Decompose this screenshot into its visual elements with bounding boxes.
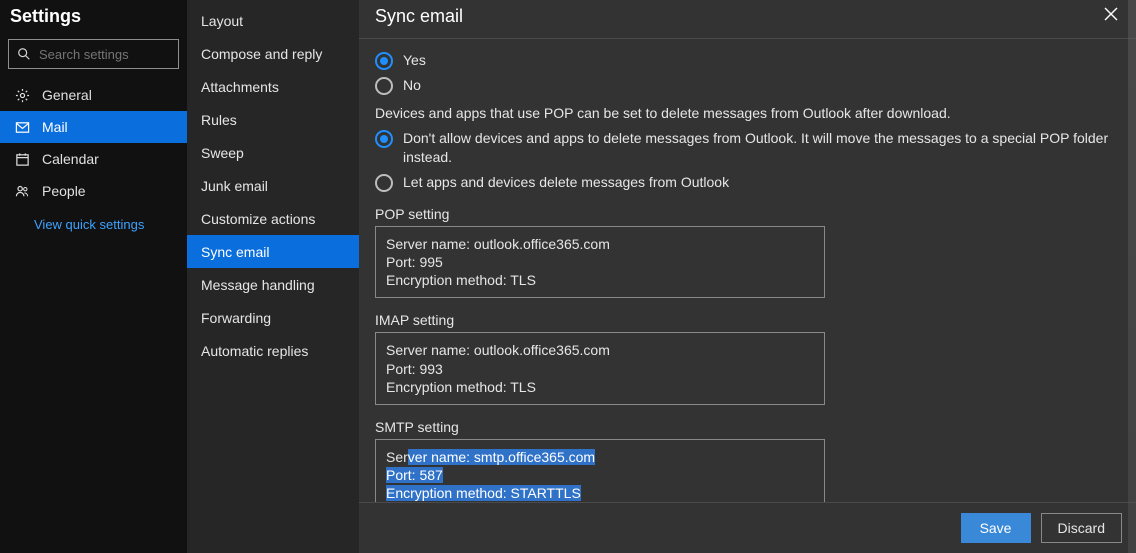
radio-icon-unchecked: [375, 77, 393, 95]
selected-text: ver name: smtp.office365.com: [408, 449, 595, 465]
calendar-icon: [14, 151, 30, 167]
sidebar-left: Settings General Mail Calendar: [0, 0, 187, 553]
smtp-setting-label: SMTP setting: [375, 419, 1120, 435]
mid-item-message-handling[interactable]: Message handling: [187, 268, 359, 301]
mid-item-attachments[interactable]: Attachments: [187, 70, 359, 103]
radio-icon-checked: [375, 130, 393, 148]
mid-item-compose-reply[interactable]: Compose and reply: [187, 37, 359, 70]
radio-yes[interactable]: Yes: [375, 51, 1120, 70]
radio-label-pop-allow-delete: Let apps and devices delete messages fro…: [403, 173, 729, 192]
imap-server: Server name: outlook.office365.com: [386, 341, 814, 359]
imap-setting-label: IMAP setting: [375, 312, 1120, 328]
pop-setting-box: Server name: outlook.office365.com Port:…: [375, 226, 825, 299]
main-panel: Sync email Yes No Devices and apps that …: [359, 0, 1136, 553]
view-quick-settings-link[interactable]: View quick settings: [0, 207, 187, 232]
mid-item-junk-email[interactable]: Junk email: [187, 169, 359, 202]
nav-label-people: People: [42, 183, 86, 199]
imap-setting-box: Server name: outlook.office365.com Port:…: [375, 332, 825, 405]
radio-pop-allow-delete[interactable]: Let apps and devices delete messages fro…: [375, 173, 1120, 192]
search-settings-box[interactable]: [8, 39, 179, 69]
radio-label-yes: Yes: [403, 51, 426, 70]
main-header: Sync email: [359, 0, 1136, 38]
mid-item-customize-actions[interactable]: Customize actions: [187, 202, 359, 235]
scrollbar[interactable]: [1128, 0, 1136, 553]
imap-encryption: Encryption method: TLS: [386, 378, 814, 396]
nav-item-mail[interactable]: Mail: [0, 111, 187, 143]
settings-title: Settings: [0, 0, 187, 35]
pop-port: Port: 995: [386, 253, 814, 271]
smtp-port: Port: 587: [386, 466, 814, 484]
radio-pop-dont-allow[interactable]: Don't allow devices and apps to delete m…: [375, 129, 1120, 167]
nav-item-general[interactable]: General: [0, 79, 187, 111]
nav-label-general: General: [42, 87, 92, 103]
discard-button[interactable]: Discard: [1041, 513, 1122, 543]
smtp-encryption: Encryption method: STARTTLS: [386, 484, 814, 502]
radio-icon-checked: [375, 52, 393, 70]
sidebar-mid: Layout Compose and reply Attachments Rul…: [187, 0, 359, 553]
settings-app: Settings General Mail Calendar: [0, 0, 1136, 553]
close-icon: [1104, 8, 1118, 25]
nav-label-calendar: Calendar: [42, 151, 99, 167]
nav-label-mail: Mail: [42, 119, 68, 135]
radio-label-pop-dont-allow: Don't allow devices and apps to delete m…: [403, 129, 1120, 167]
mid-item-rules[interactable]: Rules: [187, 103, 359, 136]
search-icon: [17, 47, 31, 61]
smtp-setting-box[interactable]: Server name: smtp.office365.com Port: 58…: [375, 439, 825, 502]
radio-label-no: No: [403, 76, 421, 95]
mail-icon: [14, 119, 30, 135]
main-body: Yes No Devices and apps that use POP can…: [359, 38, 1136, 502]
mid-item-forwarding[interactable]: Forwarding: [187, 301, 359, 334]
people-icon: [14, 183, 30, 199]
pop-server: Server name: outlook.office365.com: [386, 235, 814, 253]
radio-no[interactable]: No: [375, 76, 1120, 95]
mid-item-automatic-replies[interactable]: Automatic replies: [187, 334, 359, 367]
nav-item-people[interactable]: People: [0, 175, 187, 207]
smtp-server: Server name: smtp.office365.com: [386, 448, 814, 466]
mid-item-sync-email[interactable]: Sync email: [187, 235, 359, 268]
radio-icon-unchecked: [375, 174, 393, 192]
footer: Save Discard: [359, 502, 1136, 553]
mid-item-sweep[interactable]: Sweep: [187, 136, 359, 169]
imap-port: Port: 993: [386, 360, 814, 378]
mid-item-layout[interactable]: Layout: [187, 4, 359, 37]
close-button[interactable]: [1098, 5, 1124, 28]
main-title: Sync email: [375, 6, 463, 27]
pop-encryption: Encryption method: TLS: [386, 271, 814, 289]
gear-icon: [14, 87, 30, 103]
save-button[interactable]: Save: [961, 513, 1031, 543]
pop-description: Devices and apps that use POP can be set…: [375, 105, 1120, 121]
nav-item-calendar[interactable]: Calendar: [0, 143, 187, 175]
pop-setting-label: POP setting: [375, 206, 1120, 222]
